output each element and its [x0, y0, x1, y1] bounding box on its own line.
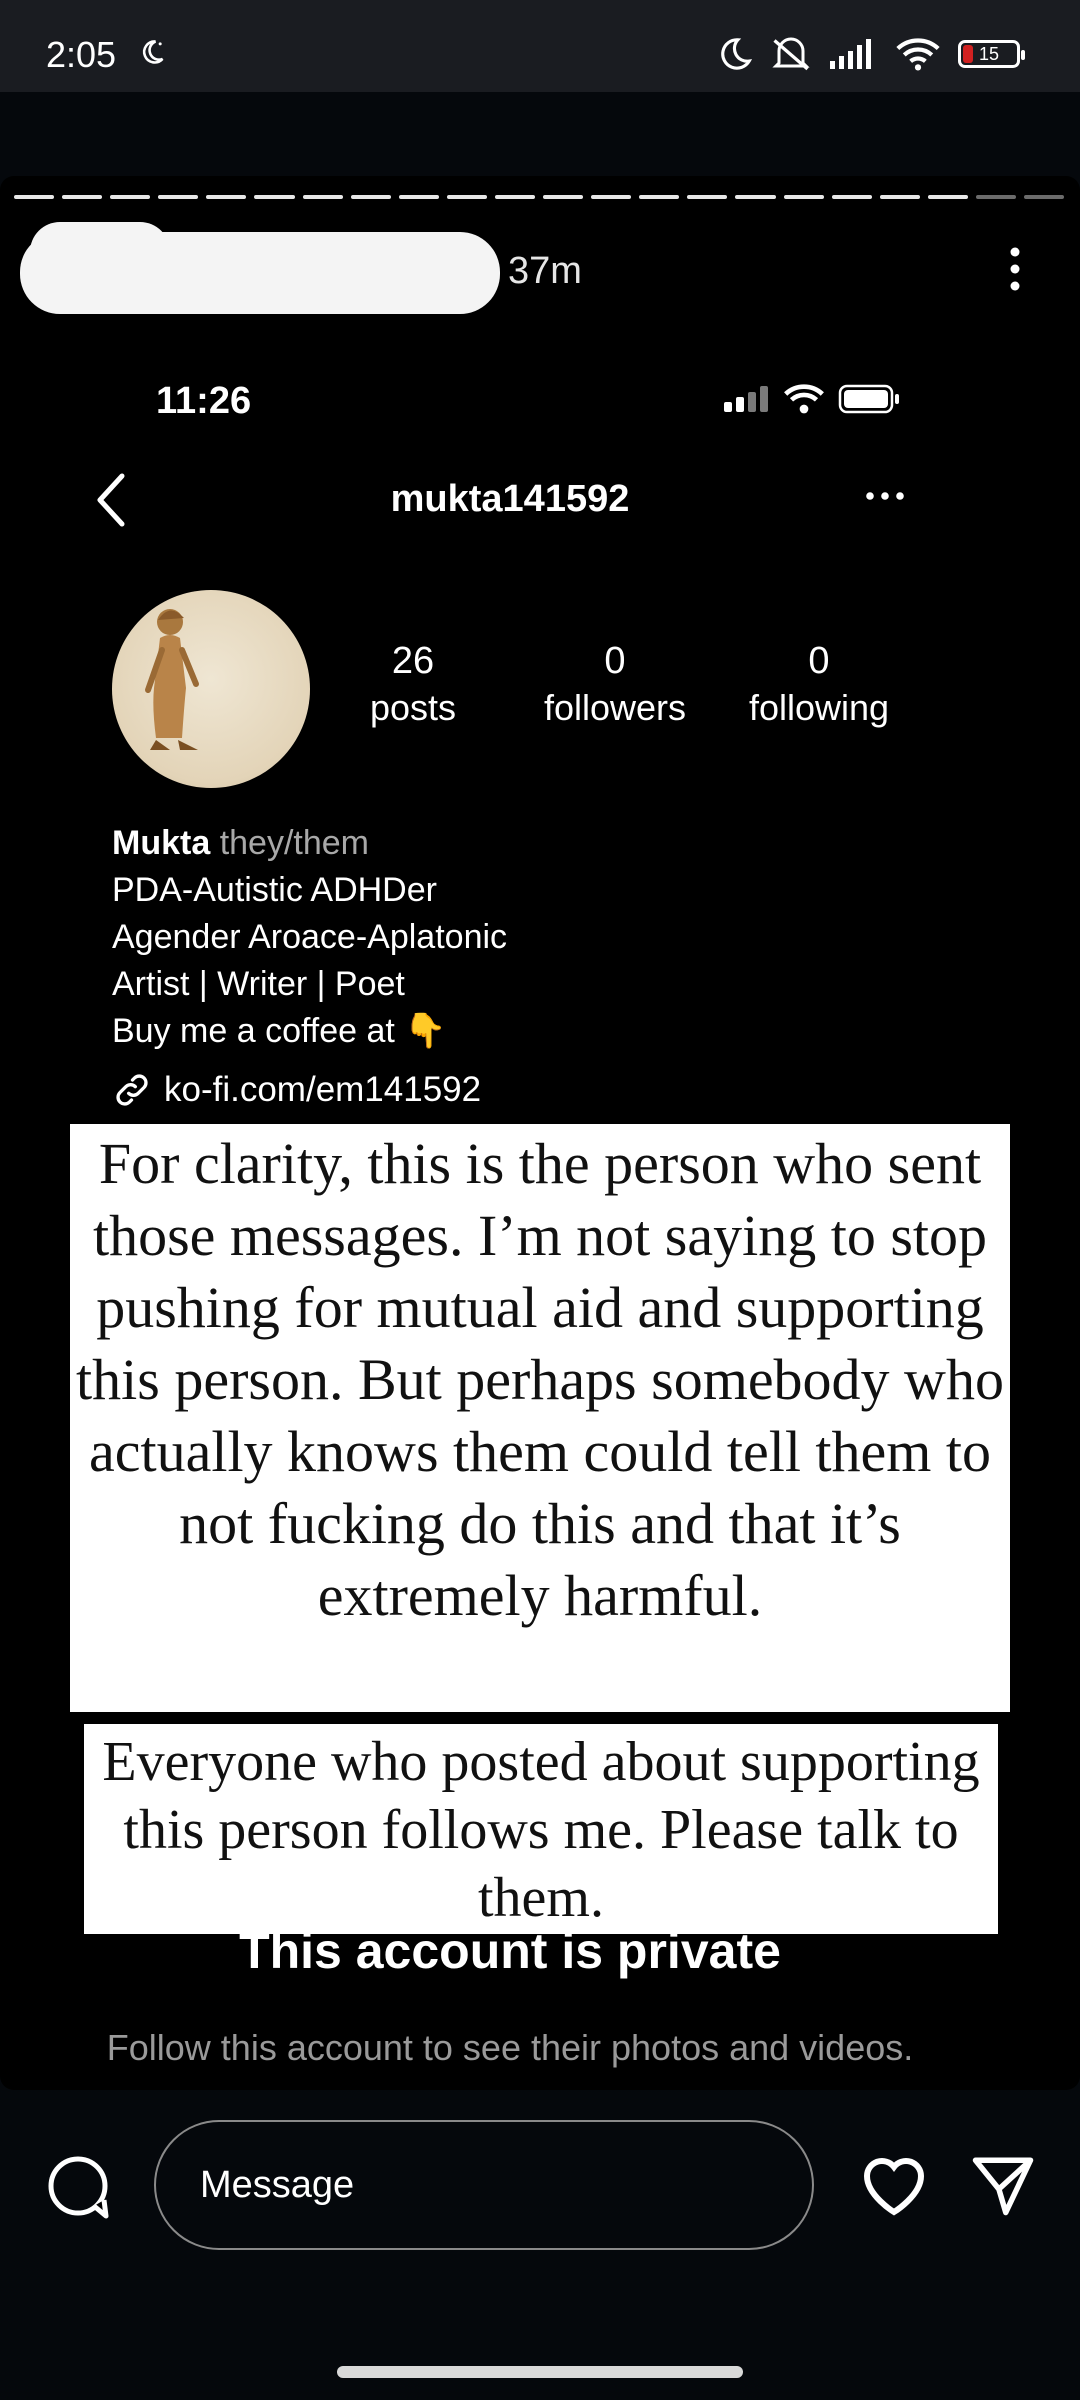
progress-segment [206, 195, 247, 199]
progress-segment [398, 195, 439, 199]
stat-following-label: following [748, 687, 890, 728]
send-icon[interactable] [970, 2152, 1036, 2218]
stat-following-count: 0 [808, 640, 830, 682]
bio-link-text[interactable]: ko-fi.com/em141592 [164, 1070, 481, 1110]
status-icons: 15 [718, 34, 1025, 74]
stat-posts-count: 26 [391, 640, 435, 682]
bio-line: Buy me a coffee at [112, 1012, 395, 1050]
progress-segment [975, 195, 1016, 199]
profile-bio: Mukta they/them PDA-Autistic ADHDer Agen… [112, 820, 507, 1055]
progress-segment [302, 195, 343, 199]
story-caption-2: Everyone who posted about supporting thi… [84, 1724, 998, 1934]
heart-icon[interactable] [858, 2152, 930, 2218]
avatar-figure [145, 609, 199, 750]
progress-segment [62, 195, 103, 199]
inner-status-time: 11:26 [156, 380, 252, 422]
wifi-icon [784, 384, 824, 414]
progress-segment [927, 195, 968, 199]
wifi-icon [896, 38, 940, 71]
progress-segment [639, 195, 680, 199]
progress-segment [158, 195, 199, 199]
bio-line: Artist | Writer | Poet [112, 965, 405, 1003]
progress-segment [879, 195, 920, 199]
status-time: 2:05 [46, 34, 117, 75]
progress-segment [1023, 195, 1065, 199]
battery-icon: 15 [958, 40, 1025, 68]
stat-following[interactable]: 0 following [734, 640, 904, 729]
progress-segment [446, 195, 487, 199]
more-vertical-icon[interactable] [1000, 244, 1030, 294]
progress-segment [350, 195, 391, 199]
bio-line: Agender Aroace-Aplatonic [112, 918, 508, 956]
mute-icon [772, 37, 810, 71]
more-horizontal-icon[interactable] [865, 490, 905, 502]
bio-line: PDA-Autistic ADHDer [112, 871, 437, 909]
battery-level: 15 [978, 43, 1000, 64]
home-indicator[interactable] [337, 2366, 743, 2378]
moon-icon [721, 38, 752, 70]
progress-segment [687, 195, 728, 199]
inner-status-icons [724, 384, 900, 414]
story-time-ago: 37m [508, 250, 582, 292]
pointing-down-emoji: 👇 [404, 1012, 447, 1050]
progress-segment [543, 195, 584, 199]
progress-segment [831, 195, 872, 199]
bio-name: Mukta [112, 824, 211, 862]
stat-followers-count: 0 [604, 640, 626, 682]
progress-segment [735, 195, 776, 199]
progress-segment [494, 195, 536, 199]
private-account-subtitle: Follow this account to see their photos … [106, 2027, 914, 2068]
signal-icon [830, 39, 871, 69]
stat-posts-label: posts [369, 687, 457, 728]
link-icon [116, 1074, 148, 1106]
stat-followers-label: followers [543, 687, 687, 728]
signal-icon [724, 386, 768, 412]
bio-pronouns: they/them [219, 824, 369, 862]
progress-segment [254, 195, 295, 199]
stat-posts[interactable]: 26 posts [328, 640, 498, 729]
status-bar: 2:05 15 [0, 0, 1080, 92]
camera-icon[interactable] [44, 2152, 114, 2222]
stat-followers[interactable]: 0 followers [530, 640, 700, 729]
story-progress-bar [14, 195, 1065, 199]
battery-icon [838, 384, 899, 414]
progress-segment [14, 195, 55, 199]
redacted-avatar [30, 222, 170, 282]
story-caption-1: For clarity, this is the person who sent… [70, 1124, 1010, 1712]
progress-segment [783, 195, 824, 199]
profile-avatar [112, 590, 310, 788]
bio-link[interactable]: ko-fi.com/em141592 [112, 1070, 481, 1110]
progress-segment [591, 195, 632, 199]
progress-segment [110, 195, 151, 199]
moon-icon [143, 40, 164, 64]
message-input[interactable]: Message [154, 2120, 814, 2250]
